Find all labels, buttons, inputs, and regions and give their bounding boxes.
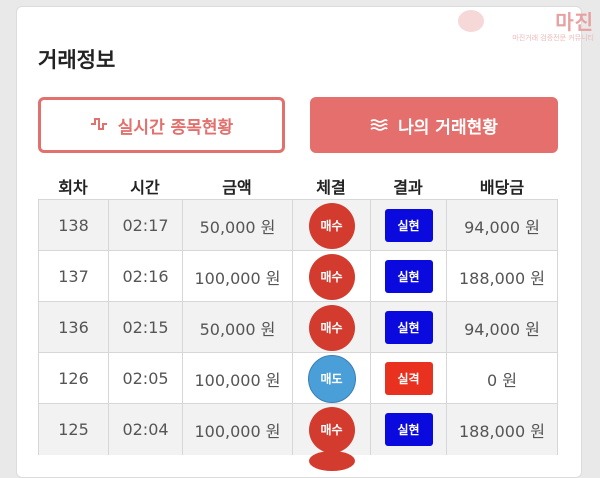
- cell-result: 실현: [370, 200, 446, 251]
- cell-trade: 매수: [292, 200, 370, 251]
- live-status-label: 실시간 종목현황: [117, 117, 234, 138]
- result-badge: 실격: [384, 362, 433, 395]
- cell-payout: 94,000 원: [446, 302, 558, 353]
- header-trade: 체결: [316, 178, 346, 197]
- live-status-button[interactable]: 실시간 종목현황: [38, 97, 285, 153]
- cell-time: 02:04: [108, 404, 182, 455]
- watermark-logo: 마진 마진거래 검증전문 커뮤니티: [458, 6, 594, 42]
- badge-icon: [458, 10, 484, 32]
- cell-round: 138: [38, 200, 108, 251]
- buy-badge: 매수: [308, 253, 355, 300]
- cell-result: 실현: [370, 302, 446, 353]
- cell-amount: 100,000 원: [182, 251, 292, 302]
- cell-time: 02:05: [108, 353, 182, 404]
- cell-payout: 188,000 원: [446, 404, 558, 455]
- table-row: 138 02:17 50,000 원 매수 실현 94,000 원: [38, 199, 558, 251]
- cell-amount: 100,000 원: [182, 353, 292, 404]
- cell-trade: 매수: [292, 251, 370, 302]
- cell-amount: 50,000 원: [182, 302, 292, 353]
- cell-trade: 매수: [292, 302, 370, 353]
- table-row: 125 02:04 100,000 원 매수 실현 188,000 원: [38, 403, 558, 455]
- cell-round: 136: [38, 302, 108, 353]
- buy-badge: 매수: [308, 406, 355, 453]
- page-title: 거래정보: [38, 48, 116, 72]
- pulse-icon: [90, 116, 108, 135]
- cell-round: 126: [38, 353, 108, 404]
- menu-lines-icon: [370, 116, 388, 135]
- table-row: 136 02:15 50,000 원 매수 실현 94,000 원: [38, 301, 558, 353]
- cell-result: 실격: [370, 353, 446, 404]
- cell-trade: 매수: [292, 404, 370, 455]
- cell-payout: 94,000 원: [446, 200, 558, 251]
- table-row: 126 02:05 100,000 원 매도 실격 0 원: [38, 352, 558, 404]
- cell-result: 실현: [370, 404, 446, 455]
- header-time: 시간: [130, 178, 160, 197]
- watermark-subtext: 마진거래 검증전문 커뮤니티: [512, 34, 594, 42]
- cell-round: 137: [38, 251, 108, 302]
- result-badge: 실현: [384, 311, 433, 344]
- buy-badge: 매수: [308, 304, 355, 351]
- header-payout: 배당금: [479, 178, 525, 197]
- table-row: 137 02:16 100,000 원 매수 실현 188,000 원: [38, 250, 558, 302]
- partial-trade-badge: [309, 451, 355, 471]
- result-badge: 실현: [384, 413, 433, 446]
- my-trades-button[interactable]: 나의 거래현황: [310, 97, 558, 153]
- buy-badge: 매수: [308, 202, 355, 249]
- header-round: 회차: [58, 178, 88, 197]
- result-badge: 실현: [384, 260, 433, 293]
- header-result: 결과: [393, 178, 423, 197]
- cell-amount: 50,000 원: [182, 200, 292, 251]
- cell-time: 02:16: [108, 251, 182, 302]
- cell-result: 실현: [370, 251, 446, 302]
- cell-payout: 0 원: [446, 353, 558, 404]
- cell-round: 125: [38, 404, 108, 455]
- result-badge: 실현: [384, 209, 433, 242]
- sell-badge: 매도: [307, 354, 356, 403]
- cell-payout: 188,000 원: [446, 251, 558, 302]
- cell-amount: 100,000 원: [182, 404, 292, 455]
- my-trades-label: 나의 거래현황: [398, 117, 498, 138]
- header-amount: 금액: [222, 178, 252, 197]
- cell-trade: 매도: [292, 353, 370, 404]
- cell-time: 02:15: [108, 302, 182, 353]
- cell-time: 02:17: [108, 200, 182, 251]
